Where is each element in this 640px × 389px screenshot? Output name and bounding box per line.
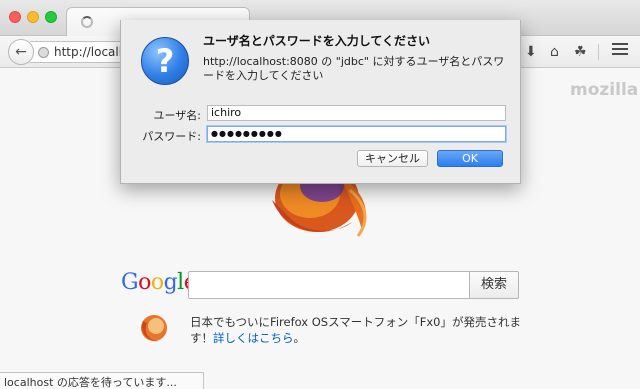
mozilla-wordmark: mozilla <box>570 80 639 100</box>
cancel-button[interactable]: キャンセル <box>357 150 428 167</box>
password-field[interactable]: ●●●●●●●●● <box>207 126 506 142</box>
ok-button[interactable]: OK <box>437 150 503 167</box>
status-bar: localhost の応答を待っています... <box>0 372 204 389</box>
loading-spinner-icon <box>81 16 93 28</box>
hamburger-menu-icon[interactable] <box>612 43 628 58</box>
search-button[interactable]: 検索 <box>469 271 519 299</box>
close-window-button[interactable] <box>9 11 21 23</box>
username-label: ユーザ名: <box>153 109 202 122</box>
back-button[interactable]: ← <box>8 39 34 65</box>
globe-icon <box>38 47 49 58</box>
auth-dialog: ? ユーザ名とパスワードを入力してください http://localhost:8… <box>120 20 521 184</box>
promo-snippet: 日本でもついにFirefox OSスマートフォン「Fx0」が発売されます！詳しく… <box>190 314 524 346</box>
google-logo: Google <box>121 270 197 295</box>
search-input[interactable] <box>188 271 470 299</box>
dialog-title: ユーザ名とパスワードを入力してください <box>203 34 431 48</box>
back-arrow-icon: ← <box>15 44 27 60</box>
firefox-os-icon <box>137 311 171 345</box>
snippet-after: 。 <box>293 331 306 345</box>
url-bar[interactable]: http://localhost <box>30 41 145 63</box>
question-icon: ? <box>141 37 189 85</box>
minimize-window-button[interactable] <box>27 11 39 23</box>
home-icon[interactable]: ⌂ <box>550 43 559 61</box>
firefox-logo <box>262 180 380 242</box>
zoom-window-button[interactable] <box>45 11 57 23</box>
share-icon[interactable]: ☘ <box>574 43 587 61</box>
download-icon[interactable]: ⬇ <box>525 43 537 61</box>
dialog-message: http://localhost:8080 の "jdbc" に対するユーザ名と… <box>203 55 505 82</box>
snippet-link[interactable]: 詳しくはこちら <box>213 331 294 345</box>
username-field[interactable]: ichiro <box>207 105 506 121</box>
toolbar-divider <box>598 44 599 60</box>
password-label: パスワード: <box>142 130 201 143</box>
